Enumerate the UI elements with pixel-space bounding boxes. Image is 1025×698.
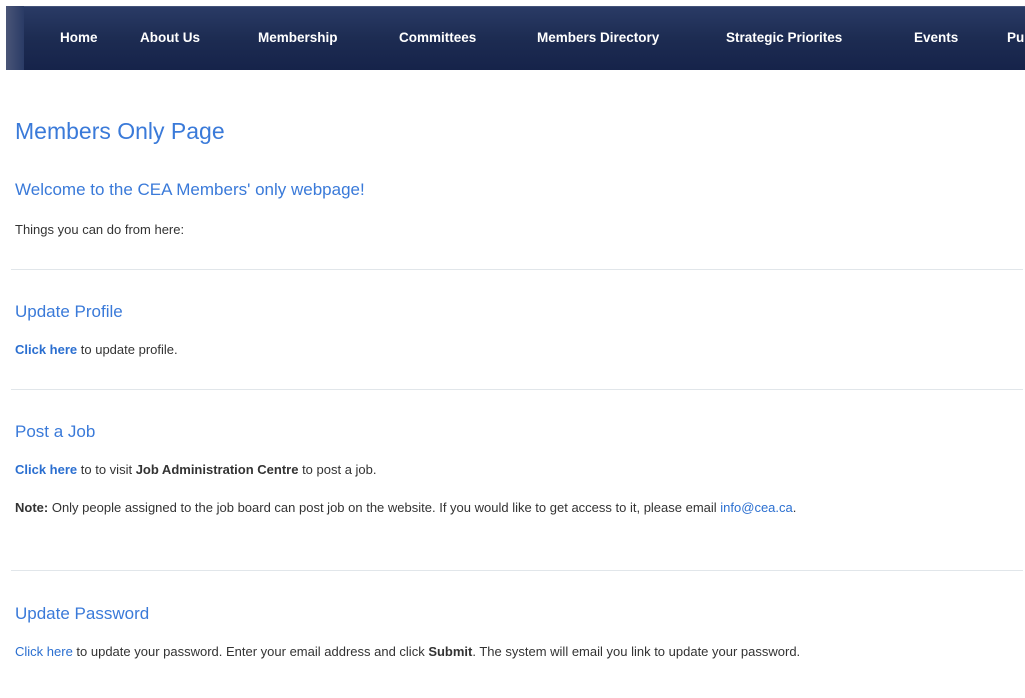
post-job-text: Click here to to visit Job Administratio… [15,459,1020,481]
note-text: Only people assigned to the job board ca… [48,500,721,515]
update-password-heading: Update Password [15,604,150,623]
nav-item-committees[interactable]: Committees [399,30,476,45]
nav-bar-edge [6,6,24,70]
nav-item-home[interactable]: Home [60,30,98,45]
update-profile-desc: to update profile. [77,342,178,357]
nav-item-about-us[interactable]: About Us [140,30,200,45]
section-divider [11,269,1023,270]
nav-item-membership[interactable]: Membership [258,30,338,45]
page-title: Members Only Page [15,118,225,144]
email-link[interactable]: info@cea.ca [720,500,792,515]
nav-item-strategic-priorities[interactable]: Strategic Priorites [726,30,842,45]
nav-item-events[interactable]: Events [914,30,958,45]
section-divider [11,570,1023,571]
post-job-desc-before: to to visit [77,462,136,477]
post-job-link[interactable]: Click here [15,462,77,477]
update-profile-text: Click here to update profile. [15,339,1020,361]
update-password-text: Click here to update your password. Ente… [15,641,1020,663]
job-admin-centre-label: Job Administration Centre [135,462,299,477]
post-job-note: Note: Only people assigned to the job bo… [15,497,1020,519]
welcome-heading: Welcome to the CEA Members' only webpage… [15,180,365,199]
post-job-desc-after: to post a job. [298,462,377,477]
intro-text: Things you can do from here: [15,222,185,237]
update-password-link[interactable]: Click here [15,644,73,659]
note-label: Note: [15,500,49,515]
update-password-desc-before: to update your password. Enter your emai… [72,644,429,659]
nav-item-members-directory[interactable]: Members Directory [537,30,659,45]
submit-label: Submit [428,644,473,659]
post-job-heading: Post a Job [15,422,96,441]
top-navigation-bar: Home About Us Membership Committees Memb… [6,6,1025,70]
section-divider [11,389,1023,390]
nav-item-publications[interactable]: Pu [1007,30,1024,45]
update-profile-link[interactable]: Click here [15,342,77,357]
update-password-desc-after: . The system will email you link to upda… [472,644,801,659]
note-end: . [792,500,797,515]
update-profile-heading: Update Profile [15,302,123,321]
